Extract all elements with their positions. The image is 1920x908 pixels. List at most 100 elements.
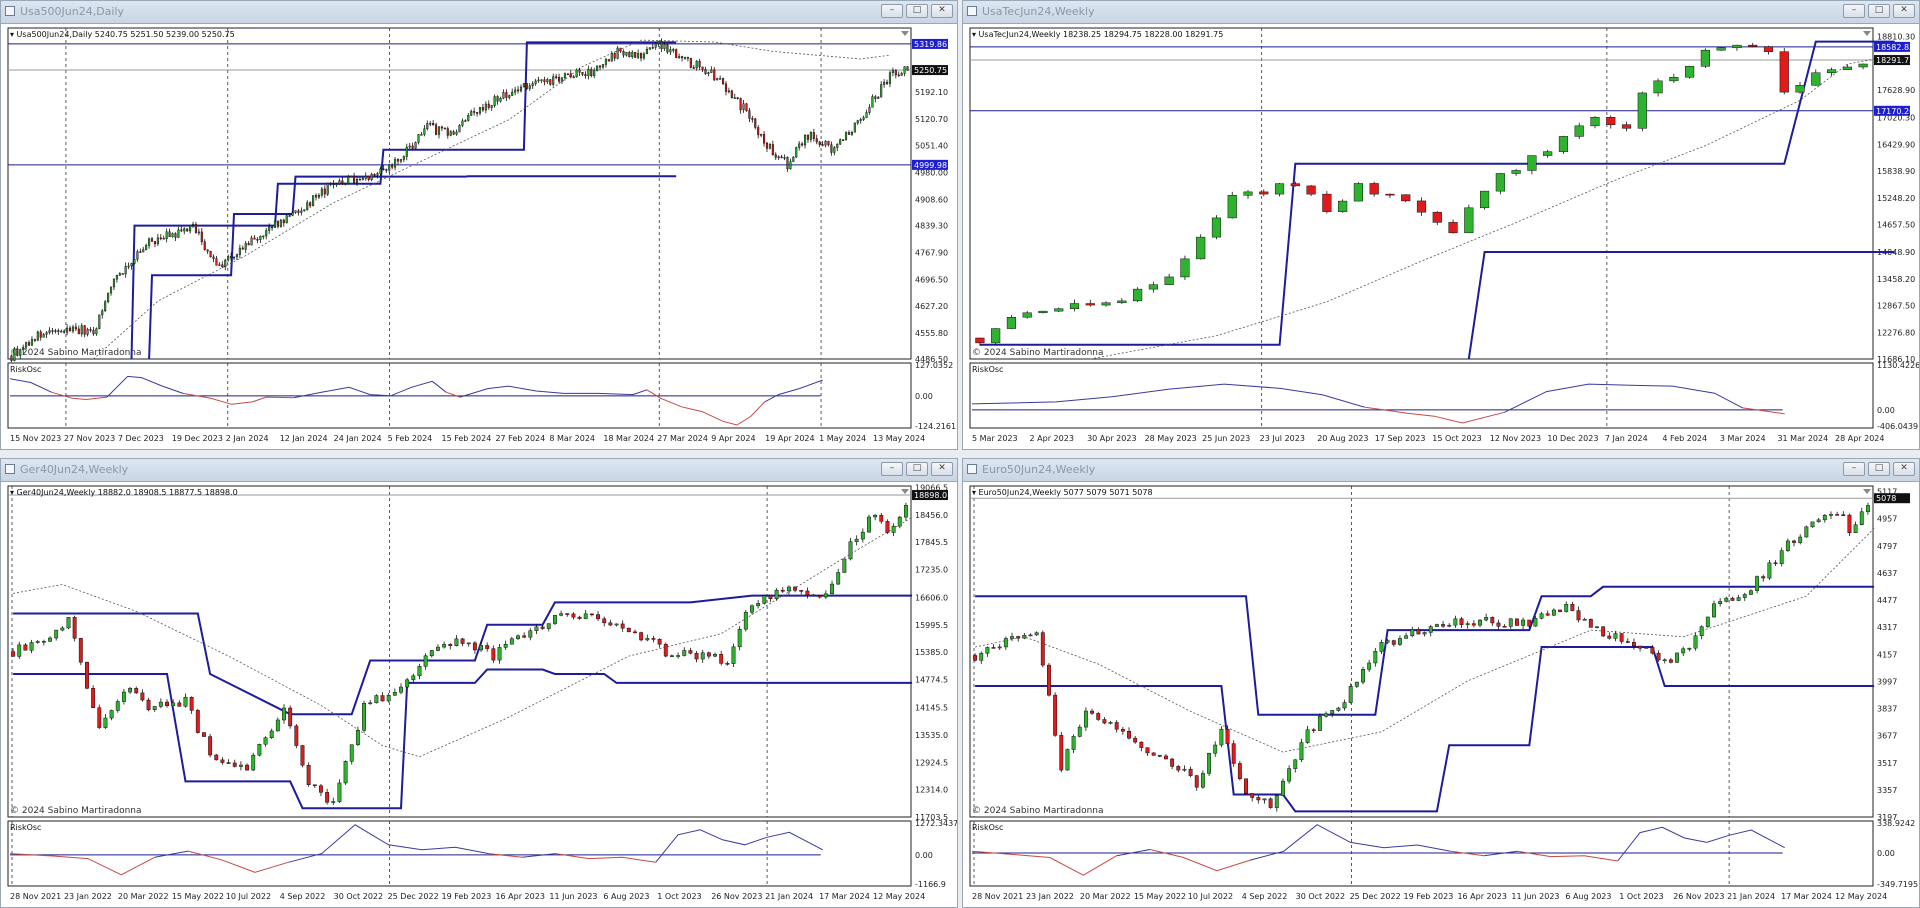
x-axis-label: 20 Mar 2022 bbox=[1080, 892, 1131, 901]
candle-body bbox=[109, 710, 114, 719]
candle-body bbox=[162, 237, 165, 240]
chart-area[interactable]: 15 Nov 2023 27 Nov 2023 7 Dec 2023 19 Dec 2… bbox=[1, 23, 957, 449]
candle-body bbox=[1742, 594, 1747, 598]
candle-body bbox=[546, 623, 551, 629]
candle-body bbox=[844, 132, 848, 141]
candle-body bbox=[847, 132, 851, 135]
candle-body bbox=[891, 70, 894, 73]
candle-body bbox=[571, 613, 576, 618]
candle bbox=[458, 124, 461, 133]
candle-body bbox=[903, 66, 906, 74]
candle-body bbox=[1842, 66, 1852, 70]
price-tick-label: 4627.20 bbox=[915, 302, 948, 311]
candle-body bbox=[1687, 647, 1692, 650]
candle bbox=[1053, 692, 1058, 737]
candle-body bbox=[1059, 735, 1064, 771]
candle-body bbox=[700, 652, 705, 660]
candle-body bbox=[1157, 755, 1162, 757]
candle-body bbox=[121, 273, 124, 275]
candle-body bbox=[805, 590, 810, 596]
candle-body bbox=[467, 115, 470, 121]
chart-window-icon bbox=[967, 464, 977, 474]
candle bbox=[1338, 199, 1348, 213]
candle-body bbox=[859, 119, 862, 121]
maximize-button[interactable]: □ bbox=[906, 4, 928, 18]
candle-body bbox=[534, 80, 537, 84]
candle-body bbox=[633, 631, 637, 634]
window-titlebar[interactable]: Ger40Jun24,Weekly – □ ✕ bbox=[1, 459, 957, 482]
maximize-button[interactable]: □ bbox=[1868, 4, 1890, 18]
x-axis-label: 25 Jun 2023 bbox=[1202, 434, 1250, 443]
chart-window-ger40[interactable]: Ger40Jun24,Weekly – □ ✕ 28 Nov 2021 23 Ja… bbox=[0, 458, 958, 908]
price-tick-label: 15385.0 bbox=[915, 648, 948, 657]
x-axis-label: 15 Feb 2024 bbox=[442, 434, 492, 443]
window-titlebar[interactable]: Usa500Jun24,Daily – □ ✕ bbox=[1, 1, 957, 24]
candle-body bbox=[259, 235, 262, 241]
candle-body bbox=[730, 90, 733, 99]
window-titlebar[interactable]: UsaTecJun24,Weekly – □ ✕ bbox=[963, 1, 1919, 24]
chart-window-usatec[interactable]: UsaTecJun24,Weekly – □ ✕ 5 Mar 2023 2 Apr… bbox=[962, 0, 1920, 450]
candle-body bbox=[17, 644, 22, 657]
candle-body bbox=[906, 66, 909, 71]
candle-body bbox=[1637, 92, 1647, 129]
close-button[interactable]: ✕ bbox=[931, 4, 953, 18]
candle-body bbox=[610, 53, 613, 62]
candle-body bbox=[1705, 616, 1710, 627]
candle bbox=[1810, 521, 1815, 528]
price-tick-label: 17845.5 bbox=[915, 538, 948, 547]
candle-body bbox=[60, 627, 65, 631]
candle-body bbox=[1650, 647, 1655, 654]
chart-area[interactable]: 5 Mar 2023 2 Apr 2023 30 Apr 2023 28 May 20… bbox=[963, 23, 1919, 449]
candle bbox=[66, 617, 71, 630]
price-tick-label: 18456.0 bbox=[915, 511, 948, 520]
candle-body bbox=[212, 256, 215, 259]
window-titlebar[interactable]: Euro50Jun24,Weekly – □ ✕ bbox=[963, 459, 1919, 482]
candle-body bbox=[1022, 312, 1032, 318]
close-button[interactable]: ✕ bbox=[1893, 462, 1915, 476]
x-axis-label: 12 Jan 2024 bbox=[280, 434, 328, 443]
candle-body bbox=[279, 219, 282, 227]
candle-body bbox=[640, 53, 643, 59]
chart-window-usa500[interactable]: Usa500Jun24,Daily – □ ✕ 15 Nov 2023 27 No… bbox=[0, 0, 958, 450]
candle bbox=[1040, 630, 1045, 668]
candle-body bbox=[1101, 302, 1111, 306]
candle-body bbox=[1495, 173, 1505, 192]
chart-area[interactable]: 28 Nov 2021 23 Jan 2022 20 Mar 2022 15 May … bbox=[963, 481, 1919, 907]
candle-body bbox=[508, 95, 511, 98]
candle-body bbox=[1090, 710, 1095, 714]
candle bbox=[730, 89, 733, 99]
candle-body bbox=[1227, 194, 1237, 219]
minimize-button[interactable]: – bbox=[1843, 462, 1865, 476]
candle-body bbox=[818, 141, 821, 145]
x-axis-label: 27 Nov 2023 bbox=[64, 434, 115, 443]
candle-body bbox=[531, 83, 534, 87]
candle-body bbox=[191, 223, 195, 226]
candle-body bbox=[733, 97, 736, 99]
oscillator-tick-label: 0.00 bbox=[1877, 406, 1895, 415]
candle-body bbox=[165, 701, 169, 706]
chart-window-euro50[interactable]: Euro50Jun24,Weekly – □ ✕ 28 Nov 2021 23 J… bbox=[962, 458, 1920, 908]
close-button[interactable]: ✕ bbox=[931, 462, 953, 476]
candle-body bbox=[581, 72, 584, 75]
maximize-button[interactable]: □ bbox=[1868, 462, 1890, 476]
price-label: 18291.75 bbox=[1876, 56, 1914, 65]
candle-body bbox=[473, 111, 476, 113]
candle-body bbox=[885, 521, 890, 533]
maximize-button[interactable]: □ bbox=[906, 462, 928, 476]
price-tick-label: 12924.5 bbox=[915, 758, 948, 767]
chart-area[interactable]: 28 Nov 2021 23 Jan 2022 20 Mar 2022 15 May … bbox=[1, 481, 957, 907]
candle-body bbox=[577, 616, 582, 619]
candle-body bbox=[209, 250, 212, 258]
candle-body bbox=[827, 141, 830, 145]
minimize-button[interactable]: – bbox=[881, 462, 903, 476]
minimize-button[interactable]: – bbox=[1843, 4, 1865, 18]
candle-body bbox=[1619, 633, 1624, 642]
close-button[interactable]: ✕ bbox=[1893, 4, 1915, 18]
minimize-button[interactable]: – bbox=[881, 4, 903, 18]
candle-body bbox=[669, 655, 674, 657]
candle bbox=[1847, 513, 1852, 537]
x-axis-label: 17 Mar 2024 bbox=[819, 892, 870, 901]
candle-body bbox=[36, 331, 39, 341]
candle-body bbox=[118, 273, 121, 276]
candle-body bbox=[115, 701, 120, 711]
